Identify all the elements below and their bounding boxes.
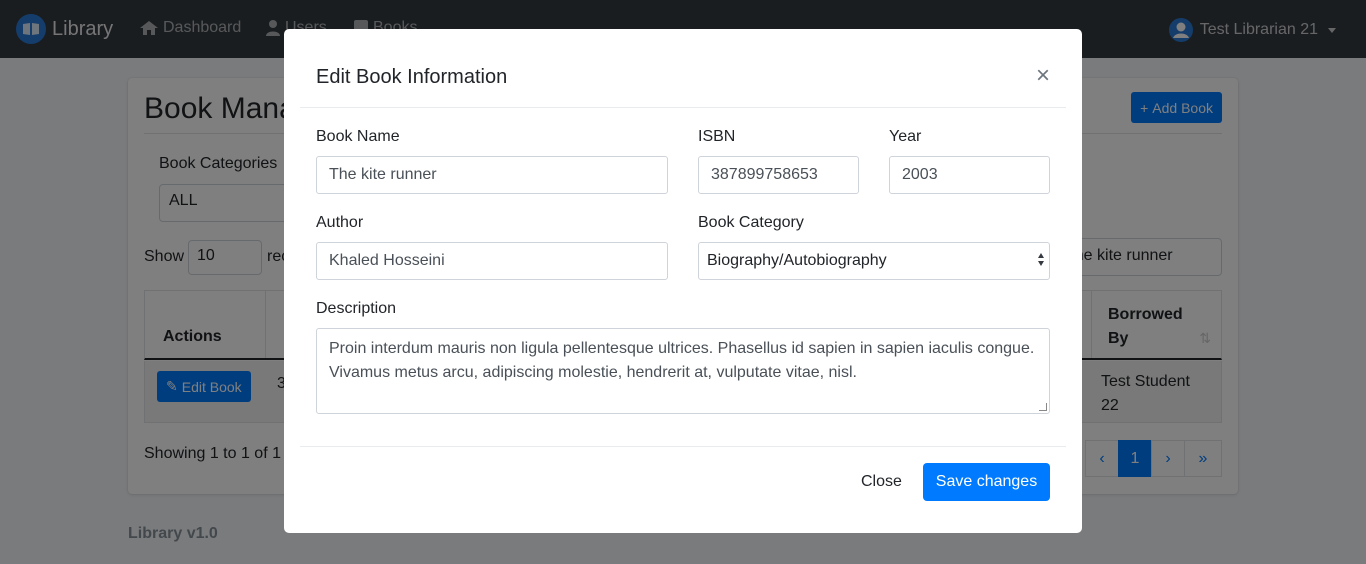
close-button[interactable]: Close bbox=[845, 463, 918, 501]
modal-title: Edit Book Information bbox=[316, 66, 508, 88]
select-arrows-icon bbox=[1038, 253, 1044, 266]
year-label: Year bbox=[889, 128, 922, 145]
book-name-label: Book Name bbox=[316, 128, 400, 145]
category-label: Book Category bbox=[698, 214, 804, 231]
category-select[interactable]: Biography/Autobiography bbox=[698, 242, 1050, 280]
category-selected-value: Biography/Autobiography bbox=[707, 252, 887, 269]
resize-handle-icon[interactable] bbox=[1039, 403, 1047, 411]
author-field[interactable]: Khaled Hosseini bbox=[316, 242, 668, 280]
save-changes-button[interactable]: Save changes bbox=[923, 463, 1050, 501]
description-text: Proin interdum mauris non ligula pellent… bbox=[329, 340, 1035, 381]
description-field[interactable]: Proin interdum mauris non ligula pellent… bbox=[316, 328, 1050, 414]
isbn-label: ISBN bbox=[698, 128, 736, 145]
author-label: Author bbox=[316, 214, 364, 231]
edit-book-modal: Edit Book Information × Book Name The ki… bbox=[284, 29, 1082, 533]
book-name-field[interactable]: The kite runner bbox=[316, 156, 668, 194]
description-label: Description bbox=[316, 300, 397, 317]
close-icon[interactable]: × bbox=[1036, 64, 1050, 88]
isbn-field[interactable]: 387899758653 bbox=[698, 156, 859, 194]
year-field[interactable]: 2003 bbox=[889, 156, 1050, 194]
